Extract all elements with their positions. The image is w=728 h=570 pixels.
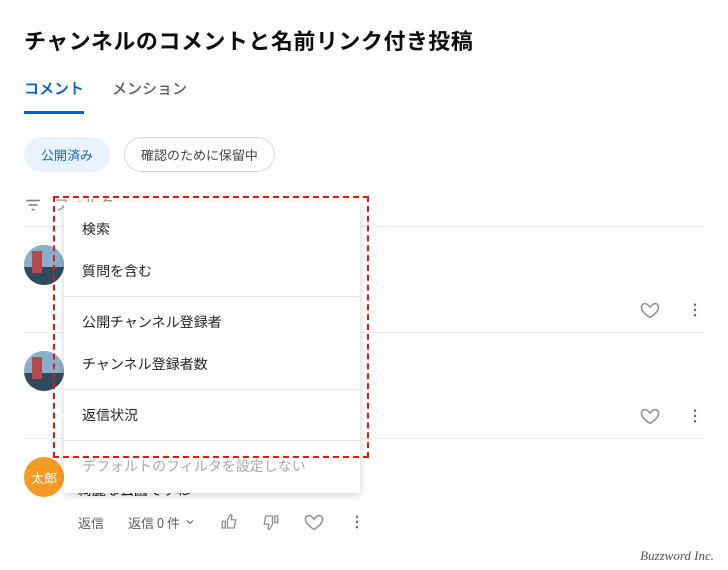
filter-icon xyxy=(24,196,42,214)
filter-option-public-subscribers[interactable]: 公開チャンネル登録者 xyxy=(64,301,360,343)
more-icon[interactable] xyxy=(348,513,366,531)
more-icon[interactable] xyxy=(686,301,704,319)
filter-option-no-default[interactable]: デフォルトのフィルタを設定しない xyxy=(64,445,360,487)
replies-count[interactable]: 返信 0 件 xyxy=(128,513,196,532)
filter-option-contains-question[interactable]: 質問を含む xyxy=(64,250,360,292)
reply-button[interactable]: 返信 xyxy=(78,513,104,532)
filter-dropdown: 検索 質問を含む 公開チャンネル登録者 チャンネル登録者数 返信状況 デフォルト… xyxy=(64,202,360,493)
status-published-pill[interactable]: 公開済み xyxy=(24,137,110,172)
avatar[interactable] xyxy=(24,245,64,285)
heart-icon[interactable] xyxy=(640,406,660,426)
thumbs-up-icon[interactable] xyxy=(220,513,238,531)
tabs: コメント メンション xyxy=(24,78,704,115)
replies-count-label: 返信 0 件 xyxy=(128,513,180,532)
menu-divider xyxy=(64,389,360,390)
comment-actions: 返信 返信 0 件 xyxy=(78,512,704,532)
avatar[interactable]: 太郎 xyxy=(24,457,64,497)
filter-option-subscriber-count[interactable]: チャンネル登録者数 xyxy=(64,343,360,385)
heart-icon[interactable] xyxy=(640,300,660,320)
footer-brand: Buzzword Inc. xyxy=(640,548,714,564)
filter-option-reply-status[interactable]: 返信状況 xyxy=(64,394,360,436)
filter-option-search[interactable]: 検索 xyxy=(64,208,360,250)
menu-divider xyxy=(64,440,360,441)
tab-comments[interactable]: コメント xyxy=(24,78,84,114)
more-icon[interactable] xyxy=(686,407,704,425)
menu-divider xyxy=(64,296,360,297)
status-held-pill[interactable]: 確認のために保留中 xyxy=(124,137,275,172)
status-filter-row: 公開済み 確認のために保留中 xyxy=(24,137,704,172)
avatar[interactable] xyxy=(24,351,64,391)
tab-mentions[interactable]: メンション xyxy=(112,78,187,114)
thumbs-down-icon[interactable] xyxy=(262,513,280,531)
page-title: チャンネルのコメントと名前リンク付き投稿 xyxy=(24,24,704,56)
heart-icon[interactable] xyxy=(304,512,324,532)
chevron-down-icon xyxy=(184,516,196,528)
